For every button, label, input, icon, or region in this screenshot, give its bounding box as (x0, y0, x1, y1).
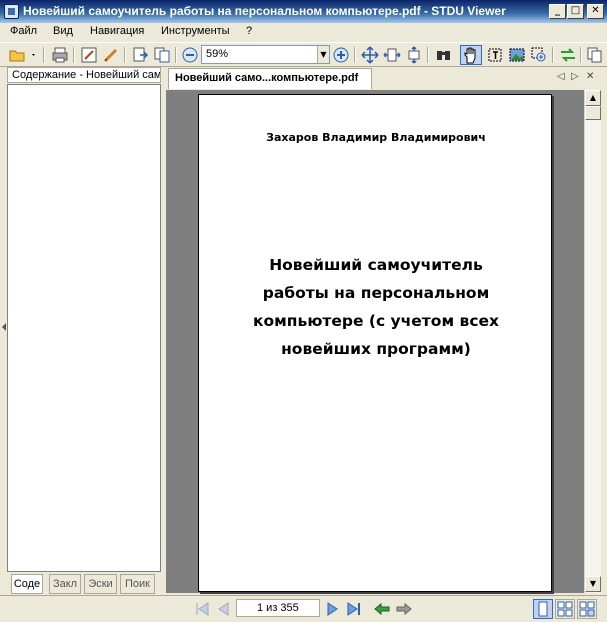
two-page-view-icon[interactable] (555, 599, 575, 619)
navigation-bar: 1 из 355 (0, 595, 607, 622)
window-title: Новейший самоучитель работы на персональ… (23, 4, 506, 18)
print-icon[interactable] (51, 46, 69, 64)
document-tab[interactable]: Новейший само...компьютере.pdf (168, 68, 372, 89)
tab-next-icon[interactable]: ▷ (571, 71, 579, 82)
zoom-value: 59% (206, 48, 229, 60)
splitter-arrow-icon[interactable] (2, 323, 6, 331)
contents-tree[interactable] (7, 84, 161, 572)
pen-icon[interactable] (102, 46, 120, 64)
document-view[interactable]: Захаров Владимир Владимирович Новейший с… (166, 90, 584, 593)
zoom-select[interactable]: 59% ▼ (201, 45, 330, 64)
zoom-in-icon[interactable] (332, 46, 350, 64)
scroll-down-button[interactable]: ▼ (585, 576, 601, 592)
continuous-view-icon[interactable] (577, 599, 597, 619)
copy-icon[interactable] (586, 46, 604, 64)
page-export-icon[interactable] (131, 46, 149, 64)
menu-view[interactable]: Вид (53, 25, 73, 37)
scroll-thumb[interactable] (585, 106, 601, 120)
maximize-button[interactable]: □ (567, 4, 584, 19)
page-author: Захаров Владимир Владимирович (266, 131, 486, 144)
tab-search[interactable]: Поик (120, 574, 155, 594)
contents-panel-header: Содержание - Новейший сам (7, 67, 161, 83)
menu-help[interactable]: ? (246, 25, 252, 37)
open-folder-icon[interactable] (8, 46, 38, 64)
close-button[interactable]: ✕ (587, 4, 604, 19)
page-copy-icon[interactable] (153, 46, 171, 64)
fit-page-icon[interactable] (361, 46, 379, 64)
tab-close-icon[interactable]: ✕ (586, 71, 594, 82)
single-page-view-icon[interactable] (533, 599, 553, 619)
menu-navigation[interactable]: Навигация (90, 25, 144, 37)
contents-panel: Содержание - Новейший сам Соде Закл Эски… (7, 67, 161, 595)
menu-file[interactable]: Файл (10, 25, 37, 37)
edit-icon[interactable] (80, 46, 98, 64)
sync-icon[interactable] (559, 46, 577, 64)
page-book-title: Новейший самоучитель работы на персональ… (252, 256, 500, 358)
page-number-field[interactable]: 1 из 355 (236, 599, 320, 617)
next-page-icon[interactable] (324, 600, 342, 618)
tab-prev-icon[interactable]: ◁ (557, 71, 565, 82)
app-icon[interactable] (4, 4, 19, 19)
fit-width-icon[interactable] (383, 46, 401, 64)
document-tab-bar: Новейший само...компьютере.pdf ◁ ▷ ✕ (166, 67, 600, 89)
text-select-icon[interactable] (486, 46, 504, 64)
zoom-out-icon[interactable] (181, 46, 199, 64)
find-icon[interactable] (435, 46, 453, 64)
minimize-button[interactable]: _ (549, 4, 566, 19)
image-select-icon[interactable] (508, 46, 526, 64)
prev-page-icon[interactable] (214, 600, 232, 618)
hand-tool-icon[interactable] (460, 45, 482, 65)
menu-bar: Файл Вид Навигация Инструменты ? (0, 23, 607, 42)
first-page-icon[interactable] (193, 600, 211, 618)
forward-icon[interactable] (395, 600, 413, 618)
zoom-tool-icon[interactable] (530, 46, 548, 64)
fit-height-icon[interactable] (405, 46, 423, 64)
tab-thumbnails[interactable]: Эски (84, 574, 117, 594)
tab-bookmarks[interactable]: Закл (49, 574, 81, 594)
menu-tools[interactable]: Инструменты (161, 25, 230, 37)
tab-contents[interactable]: Соде (11, 574, 43, 594)
pdf-page[interactable]: Захаров Владимир Владимирович Новейший с… (198, 94, 552, 592)
toolbar: 59% ▼ (0, 42, 607, 67)
title-bar: Новейший самоучитель работы на персональ… (0, 0, 607, 23)
left-panel-tabs: Соде Закл Эски Поик (7, 574, 161, 594)
scroll-up-button[interactable]: ▲ (585, 90, 601, 106)
last-page-icon[interactable] (345, 600, 363, 618)
vertical-scrollbar[interactable]: ▲ ▼ (584, 90, 601, 593)
back-icon[interactable] (373, 600, 391, 618)
chevron-down-icon[interactable]: ▼ (317, 46, 329, 63)
